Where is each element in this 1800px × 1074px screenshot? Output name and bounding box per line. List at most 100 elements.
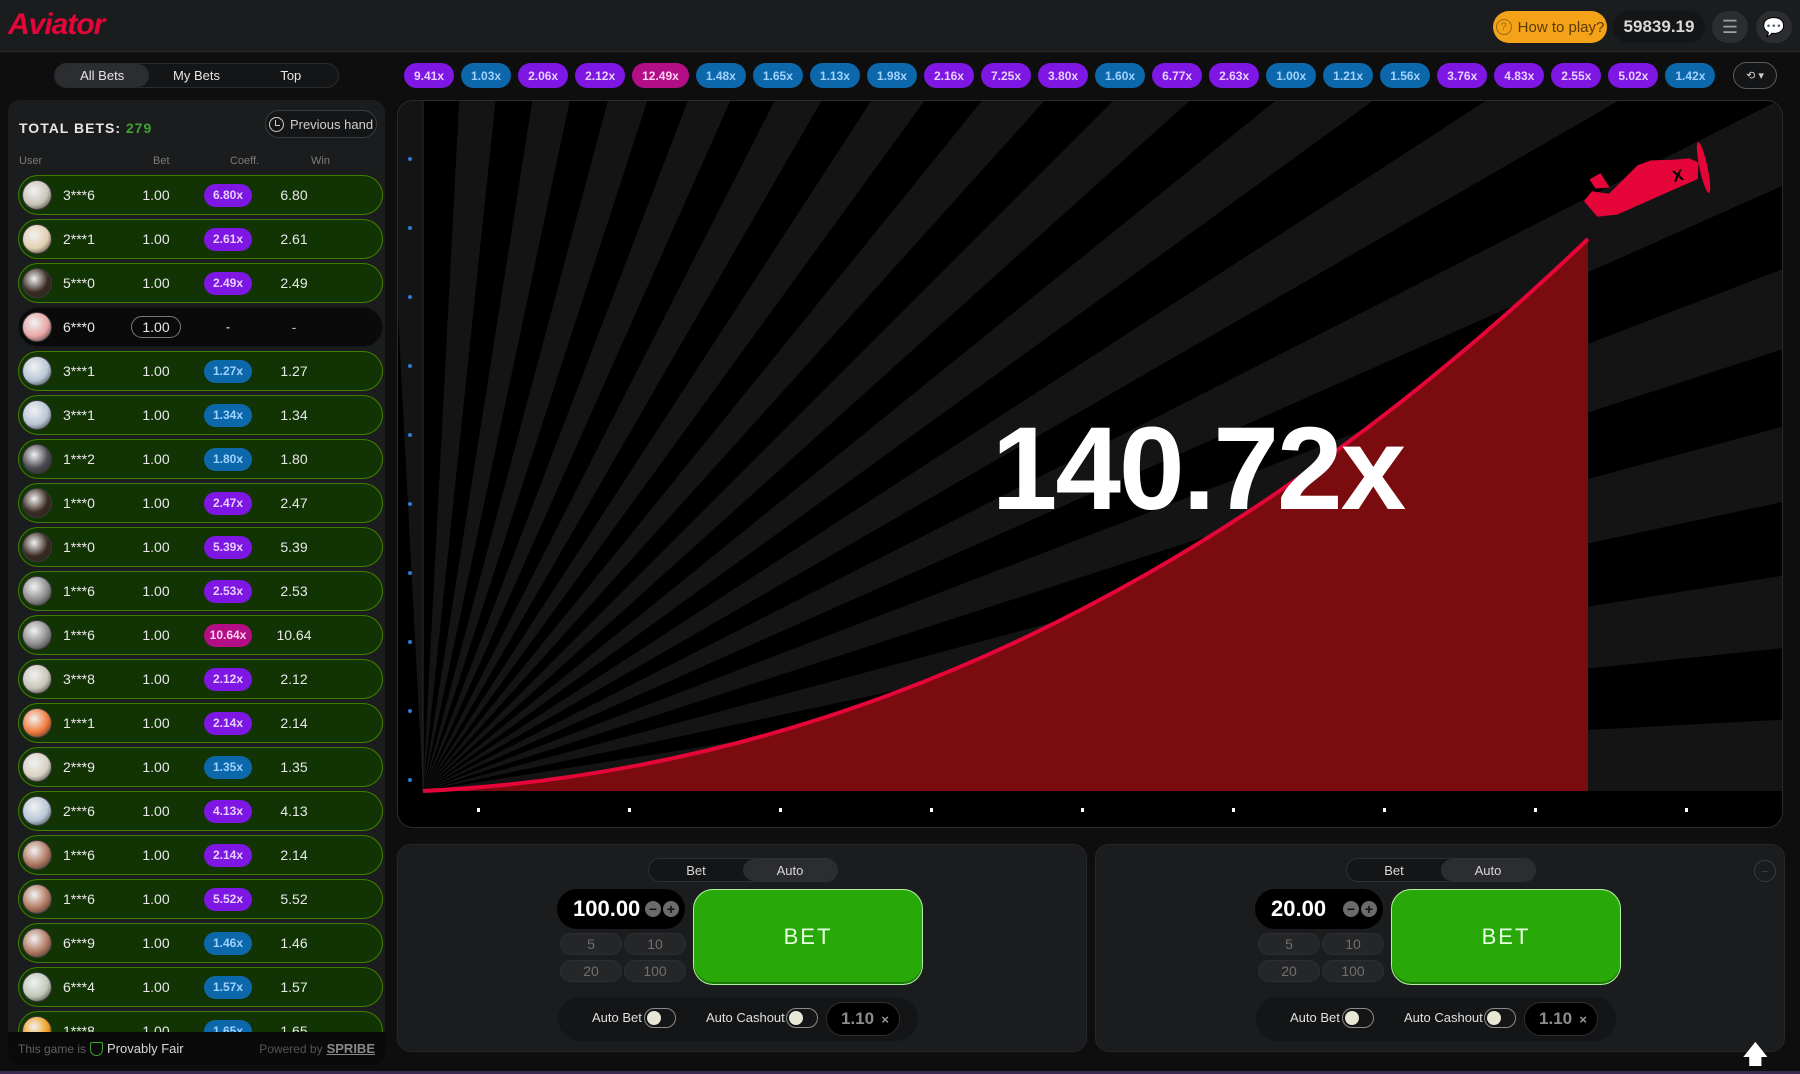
provably-fair-link[interactable]: Provably Fair bbox=[107, 1041, 184, 1056]
user-name: 1***2 bbox=[63, 451, 95, 467]
bet-row: 1***0 1.00 2.47x 2.47 bbox=[18, 483, 383, 523]
user-name: 3***1 bbox=[63, 407, 95, 423]
history-multiplier-chip[interactable]: 1.03x bbox=[461, 63, 512, 88]
tab-all-bets[interactable]: All Bets bbox=[55, 64, 150, 87]
game-canvas: X 140.72x bbox=[397, 100, 1783, 828]
previous-hand-label: Previous hand bbox=[289, 116, 374, 132]
tab-bet[interactable]: Bet bbox=[649, 859, 743, 881]
win-amount: 1.80 bbox=[280, 451, 308, 467]
coeff-badge: 2.14x bbox=[204, 711, 252, 735]
previous-hand-button[interactable]: Previous hand bbox=[265, 110, 377, 138]
minus-icon[interactable]: − bbox=[645, 901, 661, 917]
history-multiplier-chip[interactable]: 6.77x bbox=[1152, 63, 1203, 88]
win-amount: 5.52 bbox=[280, 891, 308, 907]
history-dropdown-button[interactable]: ⟲ ▾ bbox=[1733, 62, 1777, 89]
user-name: 5***0 bbox=[63, 275, 95, 291]
chat-icon[interactable]: 💬 bbox=[1756, 11, 1792, 43]
quick-amount-button[interactable]: 20 bbox=[1258, 960, 1320, 982]
coeff-badge: 5.39x bbox=[204, 535, 252, 559]
history-multiplier-chip[interactable]: 2.55x bbox=[1551, 63, 1602, 88]
tab-bet[interactable]: Bet bbox=[1347, 859, 1441, 881]
top-bar: Aviator ? How to play? 59839.19 ☰ 💬 bbox=[0, 0, 1800, 52]
history-multiplier-chip[interactable]: 2.12x bbox=[575, 63, 626, 88]
quick-amount-button[interactable]: 10 bbox=[624, 933, 686, 955]
history-multiplier-chip[interactable]: 1.56x bbox=[1380, 63, 1431, 88]
history-multiplier-chip[interactable]: 7.25x bbox=[980, 63, 1032, 88]
bet-amount: 1.00 bbox=[142, 275, 170, 291]
avatar bbox=[22, 840, 52, 870]
spribe-logo[interactable]: SPRIBE bbox=[327, 1041, 375, 1056]
chevron-down-icon: ▾ bbox=[1758, 70, 1764, 82]
history-multiplier-chip[interactable]: 9.41x bbox=[404, 63, 455, 88]
provably-fair-bar: This game is Provably Fair Powered by SP… bbox=[8, 1032, 385, 1065]
how-to-play-button[interactable]: ? How to play? bbox=[1493, 11, 1607, 43]
history-multiplier-chip[interactable]: 2.16x bbox=[923, 63, 974, 88]
plus-icon[interactable]: + bbox=[663, 901, 679, 917]
bet-row: 2***6 1.00 4.13x 4.13 bbox=[18, 791, 383, 831]
history-multiplier-chip[interactable]: 3.80x bbox=[1038, 63, 1089, 88]
avatar bbox=[22, 664, 52, 694]
bet-amount: 1.00 bbox=[142, 935, 170, 951]
tab-my-bets[interactable]: My Bets bbox=[149, 64, 243, 87]
user-name: 6***4 bbox=[63, 979, 95, 995]
minus-icon[interactable]: − bbox=[1343, 901, 1359, 917]
history-multiplier-chip[interactable]: 1.42x bbox=[1665, 63, 1716, 88]
quick-amount-button[interactable]: 5 bbox=[1258, 933, 1320, 955]
history-multiplier-chip[interactable]: 3.76x bbox=[1437, 63, 1488, 88]
menu-icon[interactable]: ☰ bbox=[1712, 11, 1748, 43]
coeff-badge: 4.13x bbox=[204, 799, 252, 823]
bet-button[interactable]: BET bbox=[1391, 889, 1621, 985]
history-multiplier-chip[interactable]: 1.13x bbox=[809, 63, 860, 88]
tab-top[interactable]: Top bbox=[244, 64, 338, 87]
quick-amount-button[interactable]: 100 bbox=[624, 960, 686, 982]
bet-amount: 1.00 bbox=[142, 847, 170, 863]
quick-amount-button[interactable]: 5 bbox=[560, 933, 622, 955]
user-name: 1***6 bbox=[63, 583, 95, 599]
arrow-up-icon[interactable]: 🡅 bbox=[1742, 1040, 1769, 1068]
history-multiplier-chip[interactable]: 1.48x bbox=[695, 63, 746, 88]
history-multiplier-chip[interactable]: 5.02x bbox=[1608, 63, 1659, 88]
tab-auto[interactable]: Auto bbox=[1441, 859, 1535, 881]
avatar bbox=[22, 532, 52, 562]
history-multiplier-chip[interactable]: 1.98x bbox=[866, 63, 917, 88]
user-name: 3***8 bbox=[63, 671, 95, 687]
quick-amount-button[interactable]: 10 bbox=[1322, 933, 1384, 955]
auto-cashout-input[interactable]: 1.10 × bbox=[826, 1002, 900, 1036]
x-axis-dot bbox=[1534, 808, 1537, 812]
coeff-badge: 1.80x bbox=[204, 447, 252, 471]
bet-button[interactable]: BET bbox=[693, 889, 923, 985]
history-multiplier-chip[interactable]: 2.63x bbox=[1209, 63, 1260, 88]
bet-amount: 1.00 bbox=[142, 803, 170, 819]
auto-cashout-input[interactable]: 1.10 × bbox=[1524, 1002, 1598, 1036]
auto-controls: Auto Bet Auto Cashout 1.10 × bbox=[558, 997, 918, 1041]
history-multiplier-chip[interactable]: 4.83x bbox=[1494, 63, 1545, 88]
history-multiplier-chip[interactable]: 1.00x bbox=[1266, 63, 1317, 88]
remove-panel-button[interactable]: − bbox=[1754, 860, 1776, 882]
auto-bet-toggle[interactable] bbox=[1342, 1008, 1374, 1028]
quick-amount-button[interactable]: 20 bbox=[560, 960, 622, 982]
bet-amount-input[interactable]: 100.00 − + bbox=[557, 889, 685, 929]
tab-auto[interactable]: Auto bbox=[743, 859, 837, 881]
history-multiplier-chip[interactable]: 1.65x bbox=[752, 63, 803, 88]
bet-amount: 1.00 bbox=[142, 627, 170, 643]
close-icon[interactable]: × bbox=[1579, 1012, 1587, 1027]
y-axis-dot bbox=[408, 778, 412, 782]
auto-cashout-toggle[interactable] bbox=[1484, 1008, 1516, 1028]
y-axis-dot bbox=[408, 640, 412, 644]
auto-bet-toggle[interactable] bbox=[644, 1008, 676, 1028]
bets-list[interactable]: 3***6 1.00 6.80x 6.80 2***1 1.00 2.61x 2.61 5***… bbox=[18, 175, 383, 1055]
current-multiplier: 140.72x bbox=[991, 403, 1407, 535]
bet-amount-input[interactable]: 20.00 − + bbox=[1255, 889, 1383, 929]
quick-amount-button[interactable]: 100 bbox=[1322, 960, 1384, 982]
history-multiplier-chip[interactable]: 12.49x bbox=[632, 63, 689, 88]
history-multiplier-chip[interactable]: 1.60x bbox=[1095, 63, 1146, 88]
user-name: 3***1 bbox=[63, 363, 95, 379]
auto-controls: Auto Bet Auto Cashout 1.10 × bbox=[1256, 997, 1616, 1041]
history-multiplier-chip[interactable]: 2.06x bbox=[518, 63, 569, 88]
plus-icon[interactable]: + bbox=[1361, 901, 1377, 917]
win-amount: 2.14 bbox=[280, 715, 308, 731]
auto-cashout-toggle[interactable] bbox=[786, 1008, 818, 1028]
history-multiplier-chip[interactable]: 1.21x bbox=[1323, 63, 1374, 88]
close-icon[interactable]: × bbox=[881, 1012, 889, 1027]
win-amount: 1.57 bbox=[280, 979, 308, 995]
